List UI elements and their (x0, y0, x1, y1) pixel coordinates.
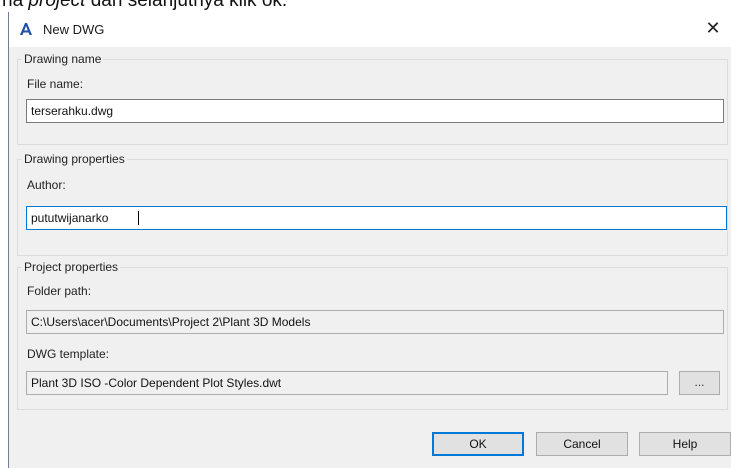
folder-path-field (26, 310, 724, 334)
autocad-icon (19, 22, 33, 36)
dwg-template-label: DWG template: (27, 347, 110, 361)
browse-template-button[interactable]: ... (679, 371, 720, 395)
ok-button[interactable]: OK (432, 432, 524, 456)
file-name-input[interactable] (26, 99, 724, 123)
new-dwg-dialog: New DWG ✕ Drawing name File name: Drawin… (8, 12, 731, 468)
caption-pre: na (2, 0, 29, 11)
dwg-template-field (26, 371, 668, 395)
author-input[interactable] (26, 206, 727, 230)
cancel-button[interactable]: Cancel (536, 432, 628, 456)
text-caret (138, 211, 139, 225)
file-name-label: File name: (27, 77, 84, 91)
author-label: Author: (27, 178, 66, 192)
drawing-name-legend: Drawing name (24, 52, 102, 66)
project-properties-legend: Project properties (24, 260, 119, 274)
caption-post: dan selanjutnya klik ok. (85, 0, 288, 11)
close-icon[interactable]: ✕ (703, 18, 723, 38)
drawing-properties-group: Drawing properties (17, 152, 728, 256)
folder-path-label: Folder path: (27, 284, 92, 298)
title-bar: New DWG ✕ (9, 12, 731, 47)
window-title: New DWG (43, 22, 105, 37)
drawing-properties-legend: Drawing properties (24, 152, 125, 166)
caption-text: na project dan selanjutnya klik ok. (0, 0, 731, 11)
help-button[interactable]: Help (639, 432, 731, 456)
caption-italic: project (28, 0, 86, 11)
